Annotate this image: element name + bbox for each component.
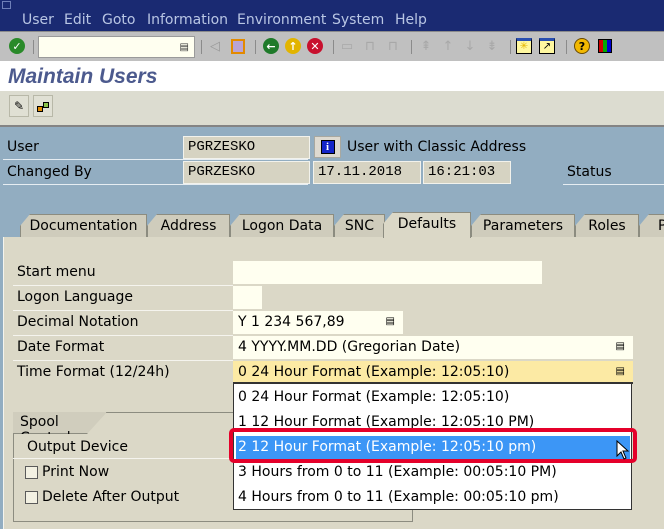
org-structure-icon[interactable] (33, 95, 53, 117)
tab-parameters[interactable]: Parameters (471, 214, 575, 237)
create-session-icon[interactable]: ✳ (515, 37, 533, 55)
menu-bar: User Edit Goto Information Environment S… (0, 0, 664, 31)
delete-after-output-checkbox[interactable] (25, 491, 38, 504)
application-toolbar: ✎ (0, 91, 664, 127)
start-menu-label: Start menu (17, 264, 96, 280)
command-field[interactable]: ▤ (38, 36, 195, 58)
status-label: Status (567, 164, 612, 180)
tab-documentation[interactable]: Documentation (20, 214, 147, 237)
menu-goto[interactable]: Goto (102, 12, 135, 28)
tab-snc[interactable]: SNC (334, 214, 385, 237)
divider (3, 159, 308, 160)
dropdown-icon[interactable]: ▤ (616, 366, 625, 377)
customize-layout-icon[interactable] (596, 37, 614, 55)
menu-system[interactable]: System (332, 12, 384, 28)
divider (13, 335, 233, 336)
divider (563, 184, 664, 185)
divider (13, 360, 233, 361)
date-format-label: Date Format (17, 339, 105, 355)
dropdown-option[interactable]: 0 24 Hour Format (Example: 12:05:10) (236, 386, 630, 410)
output-device-label: Output Device (27, 439, 128, 455)
decimal-notation-value: Y 1 234 567,89 (238, 314, 345, 330)
system-menu-icon[interactable] (2, 1, 11, 9)
print-now-checkbox[interactable] (25, 466, 38, 479)
print-icon[interactable]: ▭ (338, 37, 356, 55)
highlight-annotation (229, 428, 637, 463)
separator (255, 40, 256, 54)
shortcut-icon[interactable]: ↗ (538, 37, 556, 55)
time-format-select[interactable]: 0 24 Hour Format (Example: 12:05:10) ▤ (233, 361, 633, 384)
find-next-icon[interactable]: ⊓ (384, 37, 402, 55)
user-field: PGRZESKO (183, 136, 310, 159)
previous-page-icon[interactable]: ↑ (439, 37, 457, 55)
changed-time-field: 16:21:03 (423, 161, 511, 184)
time-format-value: 0 24 Hour Format (Example: 12:05:10) (238, 364, 510, 380)
logon-language-input[interactable] (233, 286, 262, 309)
changed-date-field: 17.11.2018 (313, 161, 421, 184)
title-bar: Maintain Users (0, 61, 664, 91)
date-format-value: 4 YYYY.MM.DD (Gregorian Date) (238, 339, 461, 355)
dropdown-option[interactable]: 4 Hours from 0 to 11 (Example: 00:05:10 … (236, 486, 630, 510)
divider (13, 310, 233, 311)
help-icon[interactable]: ? (573, 37, 591, 55)
tab-strip: Documentation Address Logon Data SNC Def… (0, 212, 664, 238)
back-icon[interactable]: ← (262, 37, 280, 55)
standard-toolbar: ✓ ▤ ◁ ← ↑ ✕ ▭ ⊓ ⊓ ⇞ ↑ ↓ ⇟ ✳ ↗ ? (0, 31, 664, 61)
mouse-cursor-icon (616, 440, 630, 460)
start-menu-input[interactable] (233, 261, 542, 284)
exit-icon[interactable]: ↑ (284, 37, 302, 55)
changed-by-label: Changed By (7, 164, 92, 180)
page-title: Maintain Users (8, 65, 158, 88)
dropdown-option[interactable]: 3 Hours from 0 to 11 (Example: 00:05:10 … (236, 461, 630, 485)
info-button[interactable]: i (314, 136, 341, 158)
first-page-icon[interactable]: ⇞ (417, 37, 435, 55)
divider (13, 458, 233, 459)
date-format-select[interactable]: 4 YYYY.MM.DD (Gregorian Date) ▤ (233, 336, 633, 359)
changed-by-field: PGRZESKO (183, 161, 310, 184)
tab-defaults[interactable]: Defaults (383, 212, 471, 238)
user-label: User (7, 139, 39, 155)
menu-information[interactable]: Information (147, 12, 228, 28)
dropdown-icon[interactable]: ▤ (616, 341, 625, 352)
last-page-icon[interactable]: ⇟ (483, 37, 501, 55)
decimal-notation-select[interactable]: Y 1 234 567,89 ▤ (233, 311, 403, 334)
print-now-label: Print Now (42, 464, 110, 480)
separator (33, 40, 34, 54)
time-format-label: Time Format (12/24h) (17, 364, 170, 380)
tab-roles[interactable]: Roles (575, 214, 639, 237)
delete-after-output-label: Delete After Output (42, 489, 180, 505)
back-arrow-icon[interactable]: ◁ (206, 37, 224, 55)
tab-address[interactable]: Address (147, 214, 230, 237)
separator (510, 40, 511, 54)
separator (411, 40, 412, 54)
menu-help[interactable]: Help (395, 12, 427, 28)
separator (333, 40, 334, 54)
change-icon[interactable]: ✎ (9, 95, 29, 117)
menu-environment[interactable]: Environment (237, 12, 326, 28)
tab-profiles[interactable]: P (639, 214, 664, 237)
logon-language-label: Logon Language (17, 289, 133, 305)
enter-icon[interactable]: ✓ (8, 37, 26, 55)
next-page-icon[interactable]: ↓ (461, 37, 479, 55)
command-dropdown-icon[interactable]: ▤ (180, 42, 189, 53)
user-type-text: User with Classic Address (347, 139, 527, 155)
separator (201, 40, 202, 54)
menu-edit[interactable]: Edit (64, 12, 91, 28)
tab-logon-data[interactable]: Logon Data (230, 214, 334, 237)
find-icon[interactable]: ⊓ (361, 37, 379, 55)
divider (3, 184, 308, 185)
decimal-notation-label: Decimal Notation (17, 314, 139, 330)
save-icon[interactable] (229, 37, 247, 55)
divider (13, 285, 233, 286)
info-icon: i (320, 140, 335, 154)
menu-user[interactable]: User (22, 12, 54, 28)
cancel-icon[interactable]: ✕ (306, 37, 324, 55)
separator (566, 40, 567, 54)
dropdown-icon[interactable]: ▤ (386, 316, 395, 327)
